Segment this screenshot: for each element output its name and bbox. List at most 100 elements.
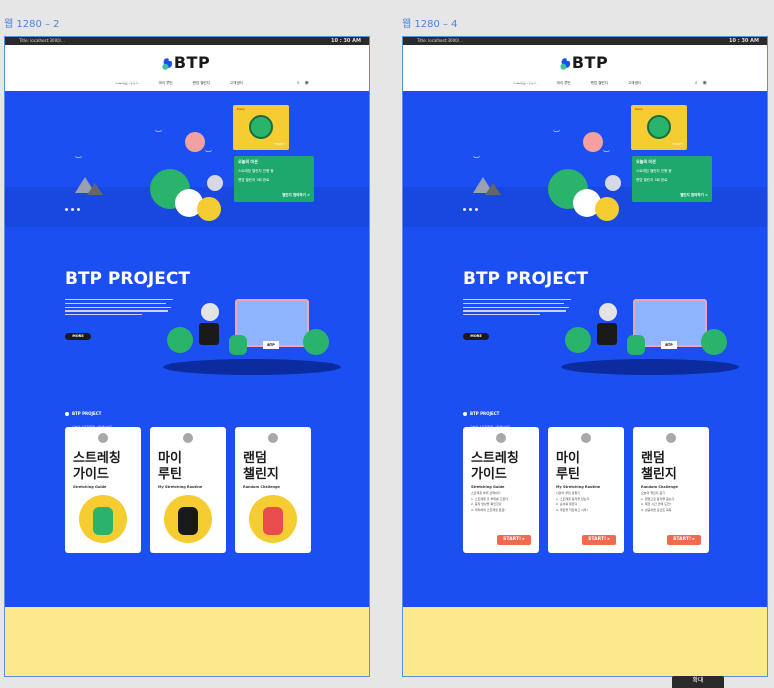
nav-item[interactable]: 마이 루틴: [557, 81, 571, 86]
frame-label[interactable]: 웹 1280 – 2: [4, 15, 60, 30]
browser-topbar: Title: localhost:3000/... 10 : 30 AM: [5, 37, 369, 45]
card-pin-icon: [581, 433, 591, 443]
card-subtitle: Random Challenge: [243, 485, 280, 489]
text-line: [65, 77, 156, 79]
nav-item[interactable]: 고객센터: [230, 81, 243, 86]
feature-card[interactable]: 마이 루틴 My Stretching Routine: [150, 427, 226, 553]
start-button[interactable]: START! ▸: [667, 535, 701, 545]
bullet-icon: [65, 411, 69, 416]
nav-item[interactable]: 랜덤 챌린지: [591, 81, 608, 86]
text-line: [65, 302, 167, 304]
grey-mascot: [605, 175, 621, 191]
nav-item[interactable]: 마이 루틴: [159, 81, 173, 86]
pagination-dot[interactable]: [71, 208, 74, 211]
section3-title: BTP PROJECT: [72, 411, 102, 416]
pagination-dot[interactable]: [65, 208, 68, 211]
text-line: [463, 70, 552, 72]
hero-title: BTP PROJECT: [463, 47, 574, 65]
feature-card[interactable]: 스트레칭 가이드 Stretching Guide 스트레칭 부위 선택하기 1. 스…: [463, 427, 539, 553]
more-button[interactable]: MORE: [463, 333, 489, 340]
card-subtitle: Random Challenge: [641, 485, 678, 489]
hero-illustration: BTP: [561, 297, 741, 377]
text-line: [463, 306, 569, 308]
card-steps: 스트레칭 부위 선택하기 1. 스트레칭 할 부위를 고른다 2. 동작 영상을 확…: [471, 491, 533, 513]
search-icon[interactable]: ⌕: [297, 80, 300, 86]
pagination-dot[interactable]: [77, 208, 80, 211]
text-line: [65, 306, 171, 308]
green-mascot: [701, 329, 727, 355]
site-footer: [5, 607, 369, 676]
daily-character-icon: [647, 115, 671, 139]
mission-row[interactable]: 스트레칭 챌린지 진행 중: [238, 169, 274, 174]
feature-card[interactable]: 스트레칭 가이드 Stretching Guide: [65, 427, 141, 553]
card-illustration: [164, 495, 212, 543]
text-line: [65, 314, 142, 316]
girl-character: [199, 303, 221, 353]
card-pin-icon: [98, 433, 108, 443]
green-mascot: [229, 335, 247, 355]
card-subtitle: My Stretching Routine: [158, 485, 203, 489]
card-step: 3. 성공하면 포인트 획득: [641, 507, 672, 512]
grey-mascot: [207, 175, 223, 191]
bird-icon: ︶: [75, 156, 82, 164]
card-title: 랜덤 챌린지: [243, 451, 279, 482]
text-line: [463, 77, 554, 79]
mission-title: 오늘의 미션: [238, 159, 258, 164]
pagination-dot[interactable]: [469, 208, 472, 211]
card-steps: 오늘의 챌린지 뽑기 1. 랜덤으로 동작을 뽑는다 2. 제한 시간 안에 도전!…: [641, 491, 703, 513]
mission-row[interactable]: 랜덤 챌린지 3회 완료: [238, 178, 269, 183]
start-button[interactable]: START! ▸: [582, 535, 616, 545]
hero-description: [65, 70, 157, 89]
more-button[interactable]: MORE: [65, 333, 91, 340]
feature-card[interactable]: 랜덤 챌린지 Random Challenge 오늘의 챌린지 뽑기 1. 랜덤으로 …: [633, 427, 709, 553]
card-title: 랜덤 챌린지: [641, 451, 677, 482]
mission-join-button[interactable]: 챌린지 참여하기 >: [680, 193, 708, 198]
card-subtitle: Stretching Guide: [471, 485, 505, 489]
green-mascot: [565, 327, 591, 353]
hero-pagination[interactable]: [463, 208, 478, 211]
mission-row[interactable]: 스트레칭 챌린지 진행 중: [636, 169, 672, 174]
card-illustration-figure: [93, 507, 113, 535]
start-button[interactable]: START! ▸: [497, 535, 531, 545]
card-illustration: [79, 495, 127, 543]
user-icon[interactable]: ◉: [703, 80, 707, 86]
pagination-dot[interactable]: [463, 208, 466, 211]
daily-card[interactable]: Daily START!: [233, 105, 289, 150]
section-description: [65, 299, 175, 318]
artboard[interactable]: Title: localhost:3000/... 10 : 30 AM BTP 스트…: [402, 36, 768, 677]
topbar-clock: 10 : 30 AM: [331, 38, 361, 44]
logo-text: BTP: [571, 53, 609, 72]
daily-card[interactable]: Daily START!: [631, 105, 687, 150]
text-line: [65, 299, 173, 301]
feature-card[interactable]: 마이 루틴 My Stretching Routine 나만의 루틴 만들기 1. 스…: [548, 427, 624, 553]
site-header: BTP 스트레칭 가이드 마이 루틴 랜덤 챌린지 고객센터 ⌕ ◉: [5, 45, 369, 91]
btp-sign: BTP: [263, 341, 279, 349]
pink-sun-icon: [185, 132, 205, 152]
pagination-dot[interactable]: [475, 208, 478, 211]
text-line: [463, 85, 519, 87]
text-line: [463, 81, 550, 83]
mission-card[interactable]: 오늘의 미션스트레칭 챌린지 진행 중랜덤 챌린지 3회 완료챌린지 참여하기 …: [234, 156, 314, 202]
card-title: 마이 루틴: [158, 451, 182, 482]
mission-title: 오늘의 미션: [636, 159, 656, 164]
browser-topbar: Title: localhost:3000/... 10 : 30 AM: [403, 37, 767, 45]
mission-card[interactable]: 오늘의 미션스트레칭 챌린지 진행 중랜덤 챌린지 3회 완료챌린지 참여하기 …: [632, 156, 712, 202]
text-line: [65, 310, 169, 312]
stage-shadow: [163, 359, 341, 375]
feature-card[interactable]: 랜덤 챌린지 Random Challenge: [235, 427, 311, 553]
mission-row[interactable]: 랜덤 챌린지 3회 완료: [636, 178, 667, 183]
artboard[interactable]: Title: localhost:3000/... 10 : 30 AM BTP 스트…: [4, 36, 370, 677]
girl-body: [597, 323, 617, 345]
frame-label[interactable]: 웹 1280 – 4: [402, 15, 458, 30]
yellow-mascot: [595, 197, 619, 221]
hero-pagination[interactable]: [65, 208, 80, 211]
header-icons: ⌕ ◉: [695, 80, 707, 86]
text-line: [463, 73, 548, 75]
mission-join-button[interactable]: 챌린지 참여하기 >: [282, 193, 310, 198]
text-line: [65, 73, 150, 75]
nav-item[interactable]: 고객센터: [628, 81, 641, 86]
nav-item[interactable]: 랜덤 챌린지: [193, 81, 210, 86]
hero-description: [463, 70, 555, 89]
user-icon[interactable]: ◉: [305, 80, 309, 86]
search-icon[interactable]: ⌕: [695, 80, 698, 86]
